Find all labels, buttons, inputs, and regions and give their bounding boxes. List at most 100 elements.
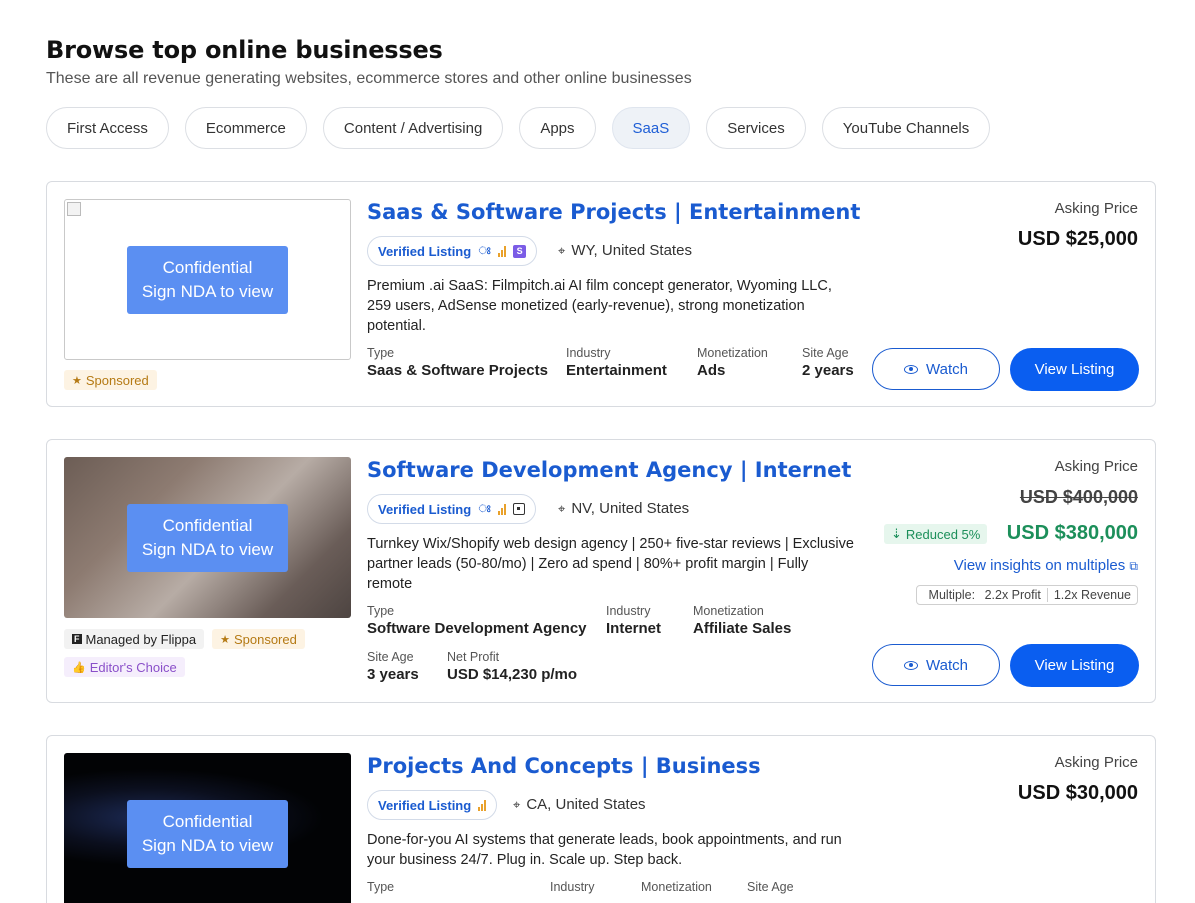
view-listing-button[interactable]: View Listing xyxy=(1010,644,1139,687)
listing-location: ⌖ NV, United States xyxy=(558,500,689,517)
fact-industry-value: Entertainment xyxy=(566,362,667,379)
fact-type: Type Saas & Software Projects xyxy=(367,346,548,379)
nda-line-2: Sign NDA to view xyxy=(141,835,274,855)
category-chip-apps[interactable]: Apps xyxy=(519,107,596,149)
watch-label: Watch xyxy=(926,360,968,378)
analytics-bars-icon xyxy=(478,799,487,811)
category-chip-services[interactable]: Services xyxy=(706,107,806,149)
fact-industry: Industry xyxy=(550,880,594,894)
location-label: CA, United States xyxy=(526,796,646,813)
fact-industry-label: Industry xyxy=(606,604,651,618)
fact-type-label: Type xyxy=(367,880,395,894)
map-pin-icon: ⌖ xyxy=(558,242,566,258)
verified-label: Verified Listing xyxy=(378,501,472,517)
fact-type: Type Software Development Agency xyxy=(367,604,587,637)
flippa-logo-icon: F xyxy=(72,634,82,644)
fact-monetization-label: Monetization xyxy=(693,604,764,618)
listing-card: Confidential Sign NDA to view Projects A… xyxy=(46,735,1156,903)
nda-line-2: Sign NDA to view xyxy=(141,539,274,559)
fact-net-profit: Net Profit USD $14,230 p/mo xyxy=(447,650,577,683)
asking-price: USD $25,000 xyxy=(1017,228,1138,250)
broken-image-icon xyxy=(67,202,81,216)
fact-type-label: Type xyxy=(367,604,395,618)
verified-listing-badge[interactable]: Verified Listing ଃ S xyxy=(367,236,538,266)
watch-button[interactable]: Watch xyxy=(872,644,1000,686)
fact-industry-label: Industry xyxy=(566,346,611,360)
nda-line-1: Confidential xyxy=(162,811,253,831)
listing-thumbnail[interactable]: Confidential Sign NDA to view xyxy=(64,753,351,903)
listing-location: ⌖ CA, United States xyxy=(513,796,646,813)
listing-card: Confidential Sign NDA to view ★ Sponsored… xyxy=(46,181,1156,407)
listing-badges: ★ Sponsored xyxy=(64,370,364,390)
verified-label: Verified Listing xyxy=(378,797,472,813)
listing-badges: F Managed by Flippa ★ Sponsored 👍 Editor's … xyxy=(64,629,364,677)
multiples-profit: Multiple: 2.2x Profit xyxy=(917,588,1047,602)
asking-price-label: Asking Price xyxy=(1054,458,1138,475)
stripe-icon: S xyxy=(513,244,527,258)
fact-site-age-label: Site Age xyxy=(747,880,794,894)
fact-monetization-value: Affiliate Sales xyxy=(693,620,792,637)
sponsored-label: Sponsored xyxy=(85,372,149,388)
verified-listing-badge[interactable]: Verified Listing ଃ xyxy=(367,494,537,524)
fact-net-profit-label: Net Profit xyxy=(447,650,500,664)
traffic-icon: ଃ xyxy=(478,245,491,257)
editors-choice-badge: 👍 Editor's Choice xyxy=(64,657,185,677)
fact-site-age-value: 2 years xyxy=(802,362,854,379)
thumbs-up-icon: 👍 xyxy=(72,661,86,674)
view-listing-button[interactable]: View Listing xyxy=(1010,348,1139,391)
asking-price-label: Asking Price xyxy=(1054,754,1138,771)
page-title: Browse top online businesses xyxy=(46,36,443,64)
listing-description: Premium .ai SaaS: Filmpitch.ai AI film c… xyxy=(367,278,832,334)
listing-thumbnail[interactable]: Confidential Sign NDA to view xyxy=(64,457,351,618)
nda-line-1: Confidential xyxy=(162,515,253,535)
square-app-icon xyxy=(513,503,526,515)
original-price: USD $400,000 xyxy=(1019,487,1138,507)
category-chip-saas[interactable]: SaaS xyxy=(611,107,691,149)
fact-site-age: Site Age 2 years xyxy=(802,346,854,379)
asking-price: USD $380,000 xyxy=(1006,522,1138,544)
sponsored-badge: ★ Sponsored xyxy=(212,629,305,649)
fact-monetization: Monetization Ads xyxy=(697,346,768,379)
managed-label: Managed by Flippa xyxy=(85,631,197,647)
watch-button[interactable]: Watch xyxy=(872,348,1000,390)
watch-label: Watch xyxy=(926,656,968,674)
category-chip-ecommerce[interactable]: Ecommerce xyxy=(184,107,307,149)
category-chip-content-advertising[interactable]: Content / Advertising xyxy=(322,107,504,149)
location-label: NV, United States xyxy=(571,500,690,517)
listing-card: Confidential Sign NDA to view F Managed b… xyxy=(46,439,1156,703)
asking-price: USD $30,000 xyxy=(1017,782,1138,804)
listing-title[interactable]: Projects And Concepts | Business xyxy=(367,754,761,778)
nda-overlay-button[interactable]: Confidential Sign NDA to view xyxy=(127,503,288,572)
category-chip-youtube-channels[interactable]: YouTube Channels xyxy=(821,107,991,149)
nda-overlay-button[interactable]: Confidential Sign NDA to view xyxy=(127,799,288,868)
sponsored-label: Sponsored xyxy=(233,631,297,647)
multiples-label: Multiple: xyxy=(928,588,976,602)
fact-type-value: Saas & Software Projects xyxy=(367,362,548,379)
fact-site-age: Site Age xyxy=(747,880,794,894)
category-chip-first-access[interactable]: First Access xyxy=(46,107,169,149)
star-icon: ★ xyxy=(220,633,230,646)
fact-monetization-label: Monetization xyxy=(697,346,768,360)
listing-thumbnail[interactable]: Confidential Sign NDA to view xyxy=(64,199,351,360)
listing-title[interactable]: Software Development Agency | Internet xyxy=(367,458,851,482)
fact-site-age: Site Age 3 years xyxy=(367,650,419,683)
fact-industry-value: Internet xyxy=(606,620,662,637)
nda-overlay-button[interactable]: Confidential Sign NDA to view xyxy=(127,245,288,314)
listing-title[interactable]: Saas & Software Projects | Entertainment xyxy=(367,200,860,224)
traffic-icon: ଃ xyxy=(478,503,491,515)
verified-listing-badge[interactable]: Verified Listing xyxy=(367,790,498,820)
fact-monetization-label: Monetization xyxy=(641,880,712,894)
verified-label: Verified Listing xyxy=(378,243,472,259)
fact-type-label: Type xyxy=(367,346,395,360)
map-pin-icon: ⌖ xyxy=(558,500,566,516)
fact-net-profit-value: USD $14,230 p/mo xyxy=(447,666,578,683)
listing-location: ⌖ WY, United States xyxy=(558,242,692,259)
reduced-badge: ⇣ Reduced 5% xyxy=(884,524,988,544)
view-insights-link[interactable]: View insights on multiples ⧉ xyxy=(954,557,1138,574)
multiples-box: Multiple: 2.2x Profit 1.2x Revenue xyxy=(915,585,1138,605)
editor-label: Editor's Choice xyxy=(89,659,177,675)
location-label: WY, United States xyxy=(571,242,692,259)
analytics-bars-icon xyxy=(498,245,507,257)
listing-description: Done-for-you AI systems that generate le… xyxy=(367,832,842,868)
fact-industry-label: Industry xyxy=(550,880,595,894)
